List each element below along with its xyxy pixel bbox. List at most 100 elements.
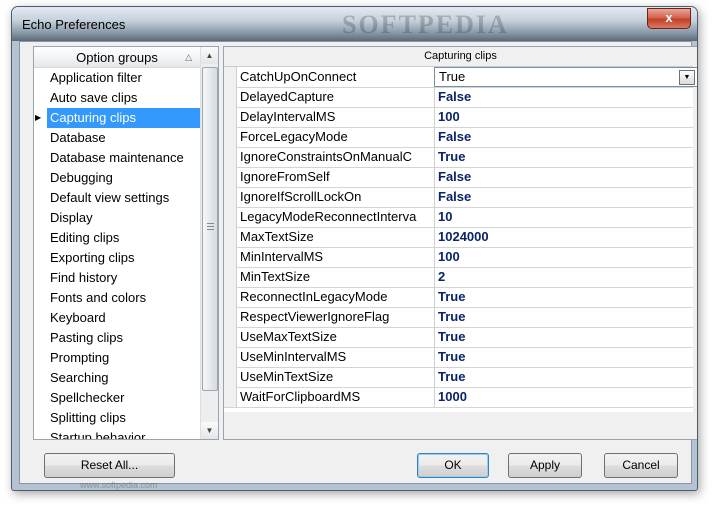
option-group-item[interactable]: Capturing clips bbox=[35, 108, 200, 128]
option-group-item[interactable]: Auto save clips bbox=[47, 88, 200, 108]
property-value[interactable]: False bbox=[434, 187, 696, 207]
row-gutter bbox=[224, 87, 237, 107]
option-group-item[interactable]: Searching bbox=[47, 368, 200, 388]
property-value[interactable]: 10 bbox=[434, 207, 696, 227]
title-bar[interactable]: Echo Preferences SOFTPEDIA x bbox=[12, 7, 697, 41]
option-group-item[interactable]: Keyboard bbox=[47, 308, 200, 328]
cancel-button[interactable]: Cancel bbox=[604, 453, 678, 478]
property-name[interactable]: MaxTextSize bbox=[238, 227, 435, 247]
property-value[interactable]: True bbox=[434, 367, 696, 387]
property-row[interactable]: MinIntervalMS 100 bbox=[224, 247, 693, 268]
property-value[interactable]: True bbox=[434, 307, 696, 327]
property-value-dropdown[interactable]: True ▼ bbox=[434, 67, 697, 87]
option-group-item[interactable]: Fonts and colors bbox=[47, 288, 200, 308]
property-row[interactable]: IgnoreFromSelf False bbox=[224, 167, 693, 188]
scroll-down-icon[interactable]: ▼ bbox=[201, 422, 218, 439]
property-name[interactable]: CatchUpOnConnect bbox=[238, 67, 435, 87]
property-name[interactable]: ForceLegacyMode bbox=[238, 127, 435, 147]
option-group-item[interactable]: Splitting clips bbox=[47, 408, 200, 428]
property-row[interactable]: DelayIntervalMS 100 bbox=[224, 107, 693, 128]
row-gutter bbox=[224, 307, 237, 327]
close-icon: x bbox=[665, 10, 673, 25]
property-row[interactable]: IgnoreConstraintsOnManualC True bbox=[224, 147, 693, 168]
row-gutter bbox=[224, 167, 237, 187]
property-value[interactable]: True bbox=[434, 287, 696, 307]
apply-button[interactable]: Apply bbox=[508, 453, 582, 478]
property-row[interactable]: ForceLegacyMode False bbox=[224, 127, 693, 148]
property-value[interactable]: 100 bbox=[434, 107, 696, 127]
option-group-item[interactable]: Debugging bbox=[47, 168, 200, 188]
property-value-text: 1024000 bbox=[438, 229, 489, 244]
option-group-item[interactable]: Find history bbox=[47, 268, 200, 288]
property-row[interactable]: UseMaxTextSize True bbox=[224, 327, 693, 348]
property-row[interactable]: MaxTextSize 1024000 bbox=[224, 227, 693, 248]
option-groups-list: Option groups △ Application filter Auto s… bbox=[33, 46, 219, 440]
option-group-item[interactable]: Database maintenance bbox=[47, 148, 200, 168]
property-row[interactable]: UseMinTextSize True bbox=[224, 367, 693, 388]
property-value[interactable]: True bbox=[434, 347, 696, 367]
property-row[interactable]: UseMinIntervalMS True bbox=[224, 347, 693, 368]
property-name[interactable]: UseMaxTextSize bbox=[238, 327, 435, 347]
scroll-up-icon[interactable]: ▲ bbox=[201, 47, 218, 64]
property-name[interactable]: MinTextSize bbox=[238, 267, 435, 287]
property-panel: Capturing clips CatchUpOnConnect True ▼ Del… bbox=[223, 46, 697, 440]
property-value-text: False bbox=[438, 129, 472, 144]
property-value[interactable]: 1000 bbox=[434, 387, 696, 407]
property-name[interactable]: RespectViewerIgnoreFlag bbox=[238, 307, 435, 327]
option-group-item[interactable]: Prompting bbox=[47, 348, 200, 368]
property-value[interactable]: True bbox=[434, 147, 696, 167]
property-name[interactable]: IgnoreConstraintsOnManualC bbox=[238, 147, 435, 167]
property-value[interactable]: False bbox=[434, 167, 696, 187]
property-name[interactable]: DelayIntervalMS bbox=[238, 107, 435, 127]
option-group-item[interactable]: Pasting clips bbox=[47, 328, 200, 348]
property-row[interactable]: MinTextSize 2 bbox=[224, 267, 693, 288]
property-value[interactable]: 100 bbox=[434, 247, 696, 267]
option-group-item[interactable]: Editing clips bbox=[47, 228, 200, 248]
option-group-item[interactable]: Application filter bbox=[47, 68, 200, 88]
property-row[interactable]: DelayedCapture False bbox=[224, 87, 693, 108]
property-name[interactable]: WaitForClipboardMS bbox=[238, 387, 435, 407]
property-name[interactable]: LegacyModeReconnectInterva bbox=[238, 207, 435, 227]
ok-button[interactable]: OK bbox=[417, 453, 489, 478]
row-gutter bbox=[224, 367, 237, 387]
property-value[interactable]: 2 bbox=[434, 267, 696, 287]
option-groups-header[interactable]: Option groups △ bbox=[34, 47, 200, 68]
property-name[interactable]: IgnoreIfScrollLockOn bbox=[238, 187, 435, 207]
property-row[interactable]: CatchUpOnConnect True ▼ bbox=[224, 67, 697, 88]
option-group-item[interactable]: Display bbox=[47, 208, 200, 228]
property-name[interactable]: DelayedCapture bbox=[238, 87, 435, 107]
option-groups-scrollbar[interactable]: ▲ ▼ bbox=[200, 47, 218, 439]
footer-watermark: www.softpedia.com bbox=[80, 480, 158, 490]
property-name[interactable]: ReconnectInLegacyMode bbox=[238, 287, 435, 307]
option-group-item[interactable]: Startup behavior bbox=[47, 428, 200, 439]
property-name[interactable]: UseMinIntervalMS bbox=[238, 347, 435, 367]
property-value-text: True bbox=[438, 289, 466, 304]
option-group-item[interactable]: Exporting clips bbox=[47, 248, 200, 268]
grip-icon bbox=[207, 223, 214, 232]
reset-all-button[interactable]: Reset All... bbox=[44, 453, 175, 478]
preferences-window: Echo Preferences SOFTPEDIA x Option grou… bbox=[11, 6, 698, 491]
property-name[interactable]: MinIntervalMS bbox=[238, 247, 435, 267]
option-group-item[interactable]: Default view settings bbox=[47, 188, 200, 208]
close-button[interactable]: x bbox=[647, 8, 691, 29]
option-group-item[interactable]: Database bbox=[47, 128, 200, 148]
property-value[interactable]: False bbox=[434, 87, 696, 107]
property-value[interactable]: True bbox=[434, 327, 696, 347]
property-row[interactable]: RespectViewerIgnoreFlag True bbox=[224, 307, 693, 328]
option-group-item[interactable]: Spellchecker bbox=[47, 388, 200, 408]
scrollbar-thumb[interactable] bbox=[202, 67, 218, 391]
property-row[interactable]: IgnoreIfScrollLockOn False bbox=[224, 187, 693, 208]
property-value[interactable]: 1024000 bbox=[434, 227, 696, 247]
row-gutter bbox=[224, 247, 237, 267]
property-value-text: False bbox=[438, 89, 472, 104]
property-name[interactable]: UseMinTextSize bbox=[238, 367, 435, 387]
property-value[interactable]: False bbox=[434, 127, 696, 147]
sort-ascending-icon: △ bbox=[185, 52, 192, 62]
property-row[interactable]: LegacyModeReconnectInterva 10 bbox=[224, 207, 693, 228]
property-row[interactable]: ReconnectInLegacyMode True bbox=[224, 287, 693, 308]
property-name[interactable]: IgnoreFromSelf bbox=[238, 167, 435, 187]
property-row[interactable]: WaitForClipboardMS 1000 bbox=[224, 387, 693, 408]
property-value-text: True bbox=[439, 69, 466, 84]
chevron-down-icon[interactable]: ▼ bbox=[679, 70, 695, 85]
property-value-text: 2 bbox=[438, 269, 446, 284]
